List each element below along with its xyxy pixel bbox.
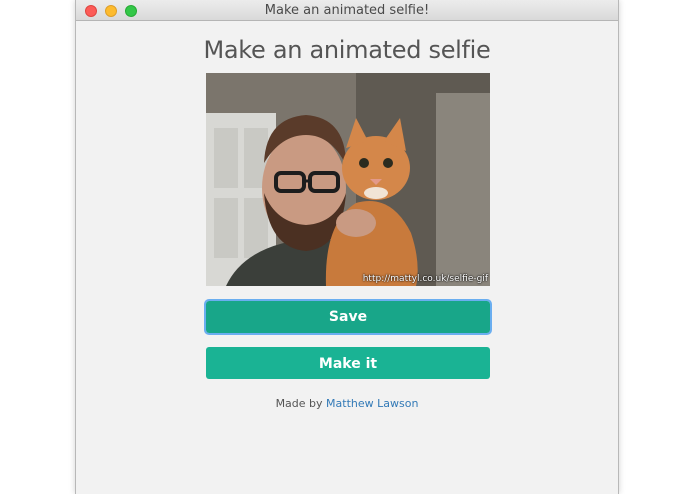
desktop: Make an animated selfie! Make an animate… <box>0 0 695 494</box>
title-bar[interactable]: Make an animated selfie! <box>76 0 618 21</box>
make-it-button[interactable]: Make it <box>206 347 490 379</box>
selfie-image <box>206 73 490 286</box>
selfie-preview: http://mattyl.co.uk/selfie-gif <box>206 73 490 286</box>
window-title: Make an animated selfie! <box>264 3 430 18</box>
app-window: Make an animated selfie! Make an animate… <box>75 0 619 494</box>
footer-credit: Made by Matthew Lawson <box>76 397 618 410</box>
save-button[interactable]: Save <box>204 299 492 335</box>
author-link[interactable]: Matthew Lawson <box>326 397 418 410</box>
footer-prefix: Made by <box>275 397 323 410</box>
preview-watermark: http://mattyl.co.uk/selfie-gif <box>362 274 488 284</box>
page-title: Make an animated selfie <box>203 36 491 64</box>
